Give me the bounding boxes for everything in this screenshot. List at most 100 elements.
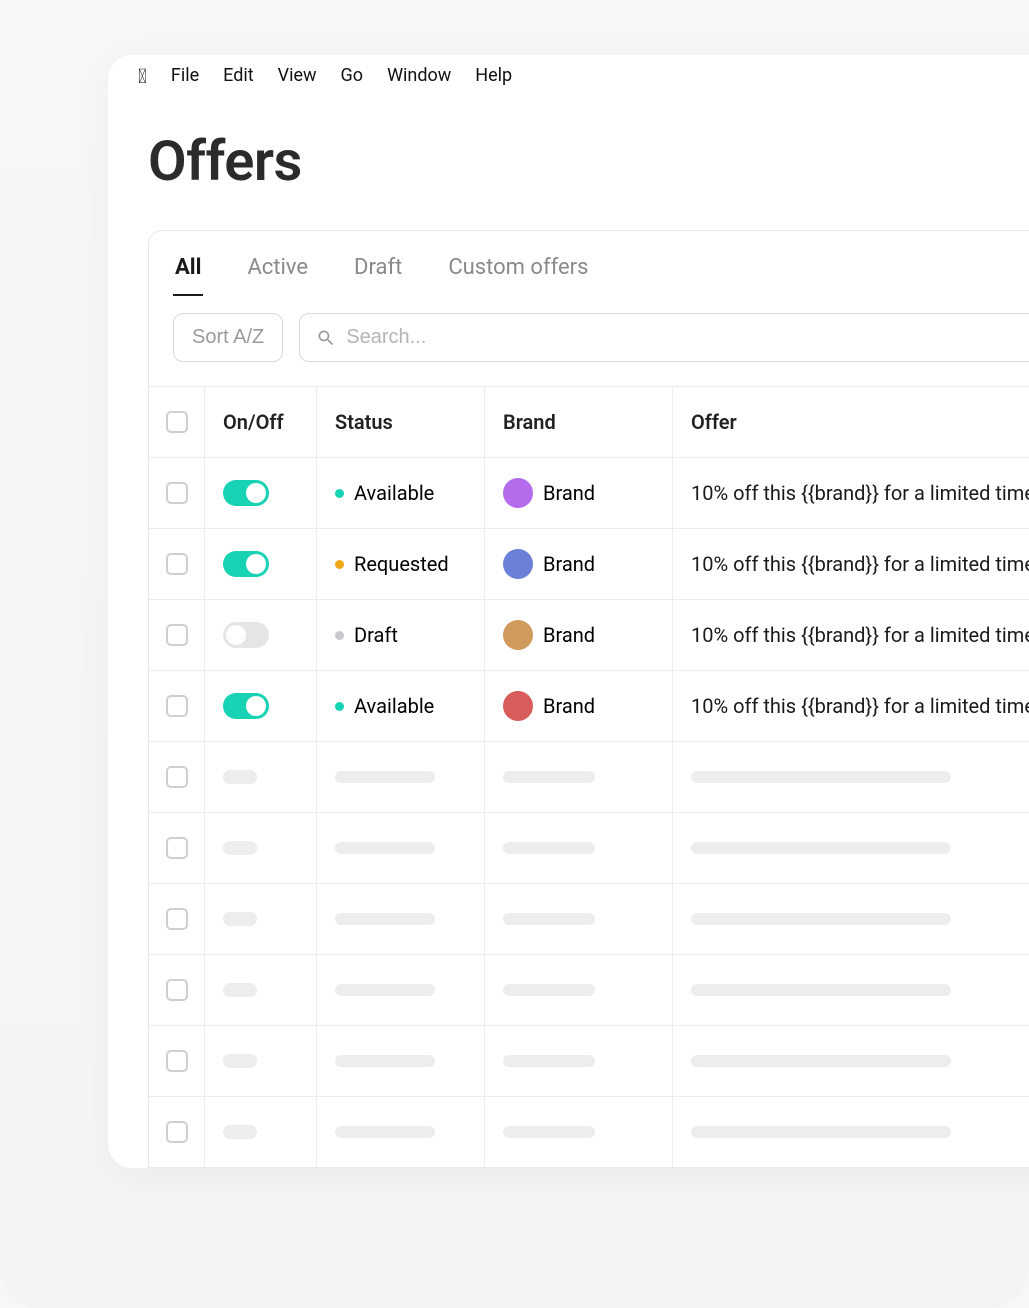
brand-label: Brand: [543, 552, 595, 576]
tab-active[interactable]: Active: [245, 247, 310, 296]
toggle[interactable]: [223, 480, 269, 506]
page-title: Offers: [108, 104, 1029, 230]
row-offer-cell: 10% off this {{brand}} for a limited tim…: [673, 671, 1029, 741]
table-row-skeleton: [149, 1096, 1029, 1167]
skeleton-cell: [205, 1097, 317, 1167]
row-brand-cell: Brand: [485, 671, 673, 741]
checkbox[interactable]: [166, 837, 188, 859]
row-select[interactable]: [149, 458, 205, 528]
checkbox[interactable]: [166, 695, 188, 717]
checkbox[interactable]: [166, 624, 188, 646]
app-window:  File Edit View Go Window Help Offers A…: [108, 55, 1029, 1168]
skeleton-cell: [205, 1026, 317, 1096]
search-icon: [316, 328, 336, 348]
row-toggle-cell: [205, 458, 317, 528]
skeleton-bar: [691, 842, 951, 854]
row-toggle-cell: [205, 529, 317, 599]
skeleton-cell: [205, 955, 317, 1025]
checkbox[interactable]: [166, 979, 188, 1001]
skeleton-cell: [673, 884, 1029, 954]
skeleton-cell: [485, 813, 673, 883]
header-select-all[interactable]: [149, 387, 205, 457]
offer-text: 10% off this {{brand}} for a limited tim…: [691, 623, 1029, 647]
tab-all[interactable]: All: [173, 247, 203, 296]
checkbox[interactable]: [166, 411, 188, 433]
checkbox[interactable]: [166, 1121, 188, 1143]
checkbox[interactable]: [166, 553, 188, 575]
table-row-skeleton: [149, 741, 1029, 812]
row-toggle-cell: [205, 671, 317, 741]
tab-custom-offers[interactable]: Custom offers: [446, 247, 590, 296]
row-toggle-cell: [205, 600, 317, 670]
row-select[interactable]: [149, 600, 205, 670]
checkbox[interactable]: [166, 482, 188, 504]
menu-edit[interactable]: Edit: [223, 65, 253, 86]
row-select[interactable]: [149, 529, 205, 599]
table-row: Draft Brand 10% off this {{brand}} for a l…: [149, 599, 1029, 670]
menu-window[interactable]: Window: [387, 65, 451, 86]
checkbox[interactable]: [166, 908, 188, 930]
brand-avatar-icon: [503, 620, 533, 650]
skeleton-cell: [317, 813, 485, 883]
toggle[interactable]: [223, 551, 269, 577]
sort-button[interactable]: Sort A/Z: [173, 313, 283, 362]
status-dot-icon: [335, 560, 344, 569]
menubar:  File Edit View Go Window Help: [108, 55, 1029, 104]
skeleton-cell: [205, 884, 317, 954]
menu-go[interactable]: Go: [341, 65, 364, 86]
offers-card: All Active Draft Custom offers Sort A/Z …: [148, 230, 1029, 1168]
header-status: Status: [317, 387, 485, 457]
skeleton-bar: [335, 1055, 435, 1067]
table-row-skeleton: [149, 1025, 1029, 1096]
checkbox[interactable]: [166, 1050, 188, 1072]
header-brand: Brand: [485, 387, 673, 457]
header-onoff: On/Off: [205, 387, 317, 457]
skeleton-cell: [317, 1026, 485, 1096]
skeleton-cell: [485, 742, 673, 812]
brand-label: Brand: [543, 694, 595, 718]
apple-icon[interactable]: : [138, 66, 147, 86]
table-row-skeleton: [149, 954, 1029, 1025]
menu-help[interactable]: Help: [475, 65, 512, 86]
toggle[interactable]: [223, 693, 269, 719]
search-input[interactable]: [346, 314, 1029, 361]
skeleton-bar: [691, 913, 951, 925]
menu-view[interactable]: View: [278, 65, 317, 86]
table-row-skeleton: [149, 883, 1029, 954]
skeleton-bar: [503, 1126, 595, 1138]
offer-text: 10% off this {{brand}} for a limited tim…: [691, 552, 1029, 576]
offers-table: On/Off Status Brand Offer AvailableBrand…: [149, 386, 1029, 1167]
brand-avatar-icon: [503, 478, 533, 508]
skeleton-bar: [223, 770, 257, 784]
skeleton-bar: [691, 771, 951, 783]
checkbox[interactable]: [166, 766, 188, 788]
row-select[interactable]: [149, 813, 205, 883]
status-label: Available: [354, 481, 434, 505]
row-brand-cell: Brand: [485, 529, 673, 599]
status-label: Draft: [354, 623, 398, 647]
offer-text: 10% off this {{brand}} for a limited tim…: [691, 694, 1029, 718]
toggle[interactable]: [223, 622, 269, 648]
row-select[interactable]: [149, 1097, 205, 1167]
row-select[interactable]: [149, 884, 205, 954]
skeleton-bar: [335, 984, 435, 996]
brand-avatar-icon: [503, 549, 533, 579]
skeleton-bar: [335, 771, 435, 783]
brand-label: Brand: [543, 623, 595, 647]
menu-file[interactable]: File: [171, 65, 199, 86]
row-select[interactable]: [149, 742, 205, 812]
status-label: Available: [354, 694, 434, 718]
skeleton-bar: [503, 913, 595, 925]
table-row: AvailableBrand10% off this {{brand}} for…: [149, 457, 1029, 528]
skeleton-cell: [485, 1097, 673, 1167]
row-select[interactable]: [149, 671, 205, 741]
table-row: RequestedBrand10% off this {{brand}} for…: [149, 528, 1029, 599]
row-select[interactable]: [149, 955, 205, 1025]
skeleton-cell: [205, 742, 317, 812]
row-select[interactable]: [149, 1026, 205, 1096]
skeleton-bar: [691, 1055, 951, 1067]
skeleton-cell: [485, 955, 673, 1025]
tab-draft[interactable]: Draft: [352, 247, 404, 296]
skeleton-bar: [335, 842, 435, 854]
search-field-wrap[interactable]: [299, 313, 1029, 362]
